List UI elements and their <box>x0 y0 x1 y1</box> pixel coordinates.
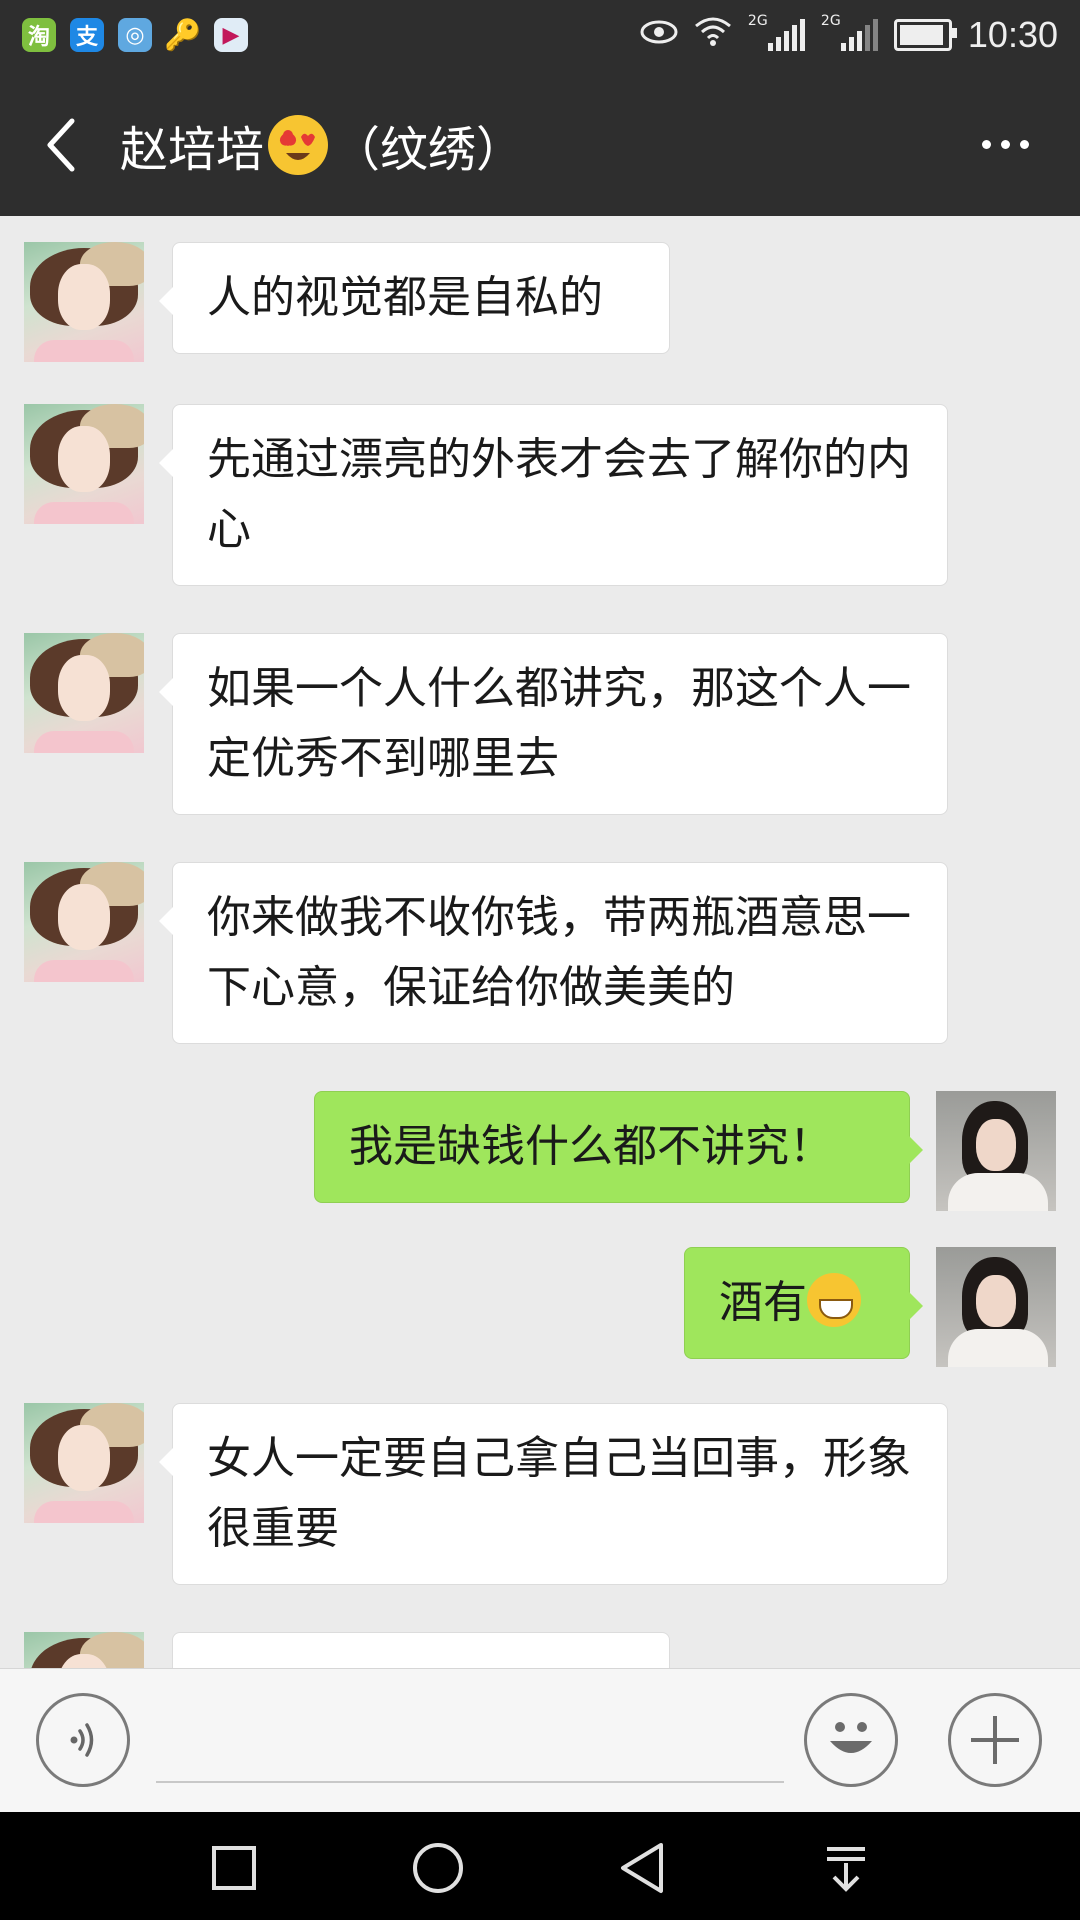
system-nav-bar <box>0 1812 1080 1920</box>
contact-avatar[interactable] <box>24 633 144 753</box>
chat-screen: 淘 支 ◎ 🔑 ▶ 2G 2G 10:30 赵培培 （纹绣） 人的视觉都是自私的… <box>0 0 1080 1920</box>
alipay-icon: 支 <box>70 18 104 52</box>
message-bubble-incoming[interactable]: 如果一个人什么都讲究，那这个人一定优秀不到哪里去 <box>159 633 948 815</box>
contact-name: 赵培培 <box>120 122 265 178</box>
message-text: 酒有 <box>719 1277 807 1328</box>
message-row: 酒有 <box>0 1247 1080 1367</box>
browser-icon: ◎ <box>118 18 152 52</box>
back-nav-button[interactable] <box>612 1838 672 1898</box>
more-options-button[interactable] <box>970 124 1040 164</box>
voice-icon <box>70 1723 94 1757</box>
message-bubble-incoming[interactable]: 你来做我不收你钱，带两瓶酒意思一下心意，保证给你做美美的 <box>159 862 948 1044</box>
plus-icon <box>971 1716 1019 1764</box>
contact-avatar[interactable] <box>24 862 144 982</box>
message-text: 人的视觉都是自私的 <box>207 272 603 323</box>
voice-button[interactable] <box>36 1693 130 1787</box>
message-row: 女人一定要自己拿自己当回事，形象很重要 <box>0 1403 1080 1585</box>
emoji-button[interactable] <box>804 1693 898 1787</box>
chat-header: 赵培培 （纹绣） <box>0 74 1080 216</box>
emoji-icon <box>830 1722 872 1753</box>
message-row: 我是缺钱什么都不讲究！ <box>0 1091 1080 1211</box>
status-time: 10:30 <box>967 14 1058 55</box>
wifi-icon <box>694 16 732 54</box>
more-dots-icon <box>1000 139 1010 149</box>
message-text: 我是缺钱什么都不讲究！ <box>349 1121 833 1172</box>
message-list[interactable]: 人的视觉都是自私的 先通过漂亮的外表才会去了解你的内心 如果一个人什么都讲究，那… <box>0 216 1080 1668</box>
message-row: 人的视觉都是自私的 <box>0 242 1080 362</box>
message-text: 如果一个人什么都讲究，那这个人一定优秀不到哪里去 <box>207 663 911 784</box>
recent-apps-icon <box>212 1846 256 1890</box>
message-text: 先通过漂亮的外表才会去了解你的内心 <box>207 434 911 555</box>
taobao-icon: 淘 <box>22 18 56 52</box>
message-input[interactable] <box>156 1709 784 1783</box>
message-bubble-outgoing[interactable]: 我是缺钱什么都不讲究！ <box>314 1091 923 1203</box>
more-functions-button[interactable] <box>948 1693 1042 1787</box>
signal-icon: 2G <box>821 13 878 51</box>
key-icon: 🔑 <box>164 17 202 53</box>
message-text: 女人一定要自己拿自己当回事，形象很重要 <box>207 1433 911 1554</box>
contact-avatar[interactable] <box>24 1632 144 1668</box>
grinning-face-emoji-icon <box>807 1273 861 1327</box>
back-icon <box>621 1843 663 1893</box>
network-type-label: 2G <box>747 13 768 29</box>
chat-title: 赵培培 （纹绣） <box>120 110 524 180</box>
message-row <box>0 1632 1080 1668</box>
message-row: 先通过漂亮的外表才会去了解你的内心 <box>0 404 1080 586</box>
my-avatar[interactable] <box>936 1247 1056 1367</box>
eye-icon <box>640 18 678 53</box>
video-icon: ▶ <box>214 18 248 52</box>
notification-pull-icon <box>827 1847 865 1892</box>
status-bar: 淘 支 ◎ 🔑 ▶ 2G 2G 10:30 <box>0 0 1080 74</box>
my-avatar[interactable] <box>936 1091 1056 1211</box>
home-button[interactable] <box>408 1838 468 1898</box>
message-bubble-outgoing[interactable]: 酒有 <box>684 1247 923 1359</box>
network-type-label: 2G <box>820 13 841 29</box>
status-indicators: 2G 2G 10:30 <box>640 13 1058 56</box>
notification-pull-button[interactable] <box>816 1838 876 1898</box>
heart-eyes-emoji-icon <box>268 115 329 175</box>
message-bubble-incoming[interactable]: 人的视觉都是自私的 <box>159 242 670 354</box>
contact-avatar[interactable] <box>24 1403 144 1523</box>
chevron-left-icon <box>47 118 75 172</box>
home-icon <box>413 1843 463 1893</box>
message-row: 你来做我不收你钱，带两瓶酒意思一下心意，保证给你做美美的 <box>0 862 1080 1044</box>
message-bubble-incoming[interactable]: 先通过漂亮的外表才会去了解你的内心 <box>159 404 948 586</box>
contact-avatar[interactable] <box>24 404 144 524</box>
input-bar <box>0 1668 1080 1813</box>
recent-apps-button[interactable] <box>204 1838 264 1898</box>
message-text: 你来做我不收你钱，带两瓶酒意思一下心意，保证给你做美美的 <box>207 892 911 1013</box>
message-bubble-incoming[interactable]: 女人一定要自己拿自己当回事，形象很重要 <box>159 1403 948 1585</box>
signal-icon: 2G <box>748 13 805 51</box>
message-bubble-incoming[interactable] <box>172 1632 670 1668</box>
back-button[interactable] <box>30 110 90 180</box>
more-dots-icon <box>981 139 991 149</box>
more-dots-icon <box>1019 139 1029 149</box>
status-app-icons: 淘 支 ◎ 🔑 ▶ <box>22 17 248 53</box>
message-row: 如果一个人什么都讲究，那这个人一定优秀不到哪里去 <box>0 633 1080 815</box>
battery-icon <box>893 19 957 51</box>
contact-avatar[interactable] <box>24 242 144 362</box>
contact-note: （纹绣） <box>332 122 525 178</box>
